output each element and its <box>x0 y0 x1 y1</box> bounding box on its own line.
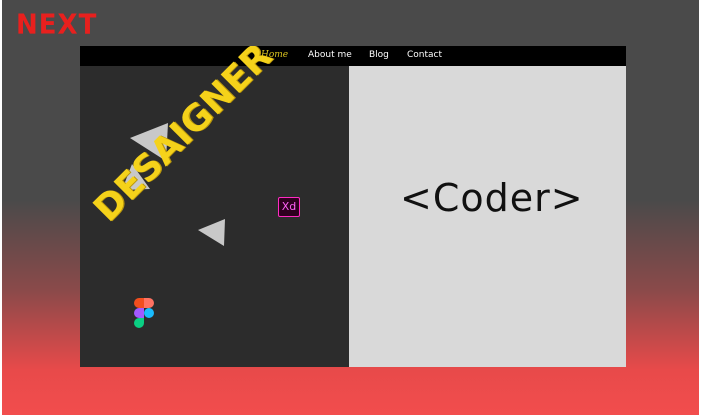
nav-item-about-me[interactable]: About me <box>308 50 352 60</box>
top-navbar: Home About me Blog Contact <box>80 46 626 66</box>
brand-logo[interactable]: NEXT <box>16 9 97 41</box>
coder-panel: <Coder> <box>349 66 626 367</box>
coder-title: <Coder> <box>400 176 584 220</box>
nav-item-blog[interactable]: Blog <box>369 50 389 60</box>
adobe-xd-icon: Xd <box>278 197 300 217</box>
designer-panel: DESAIGNER Xd <box>80 46 349 367</box>
website-mockup: Home About me Blog Contact DESAIGNER Xd <box>80 46 626 367</box>
triangle-shape-3 <box>198 219 225 246</box>
nav-item-contact[interactable]: Contact <box>407 50 442 60</box>
page-background: NEXT Home About me Blog Contact DESAIGNE… <box>2 0 699 415</box>
designer-title: DESAIGNER <box>86 46 281 230</box>
figma-icon <box>134 298 154 328</box>
